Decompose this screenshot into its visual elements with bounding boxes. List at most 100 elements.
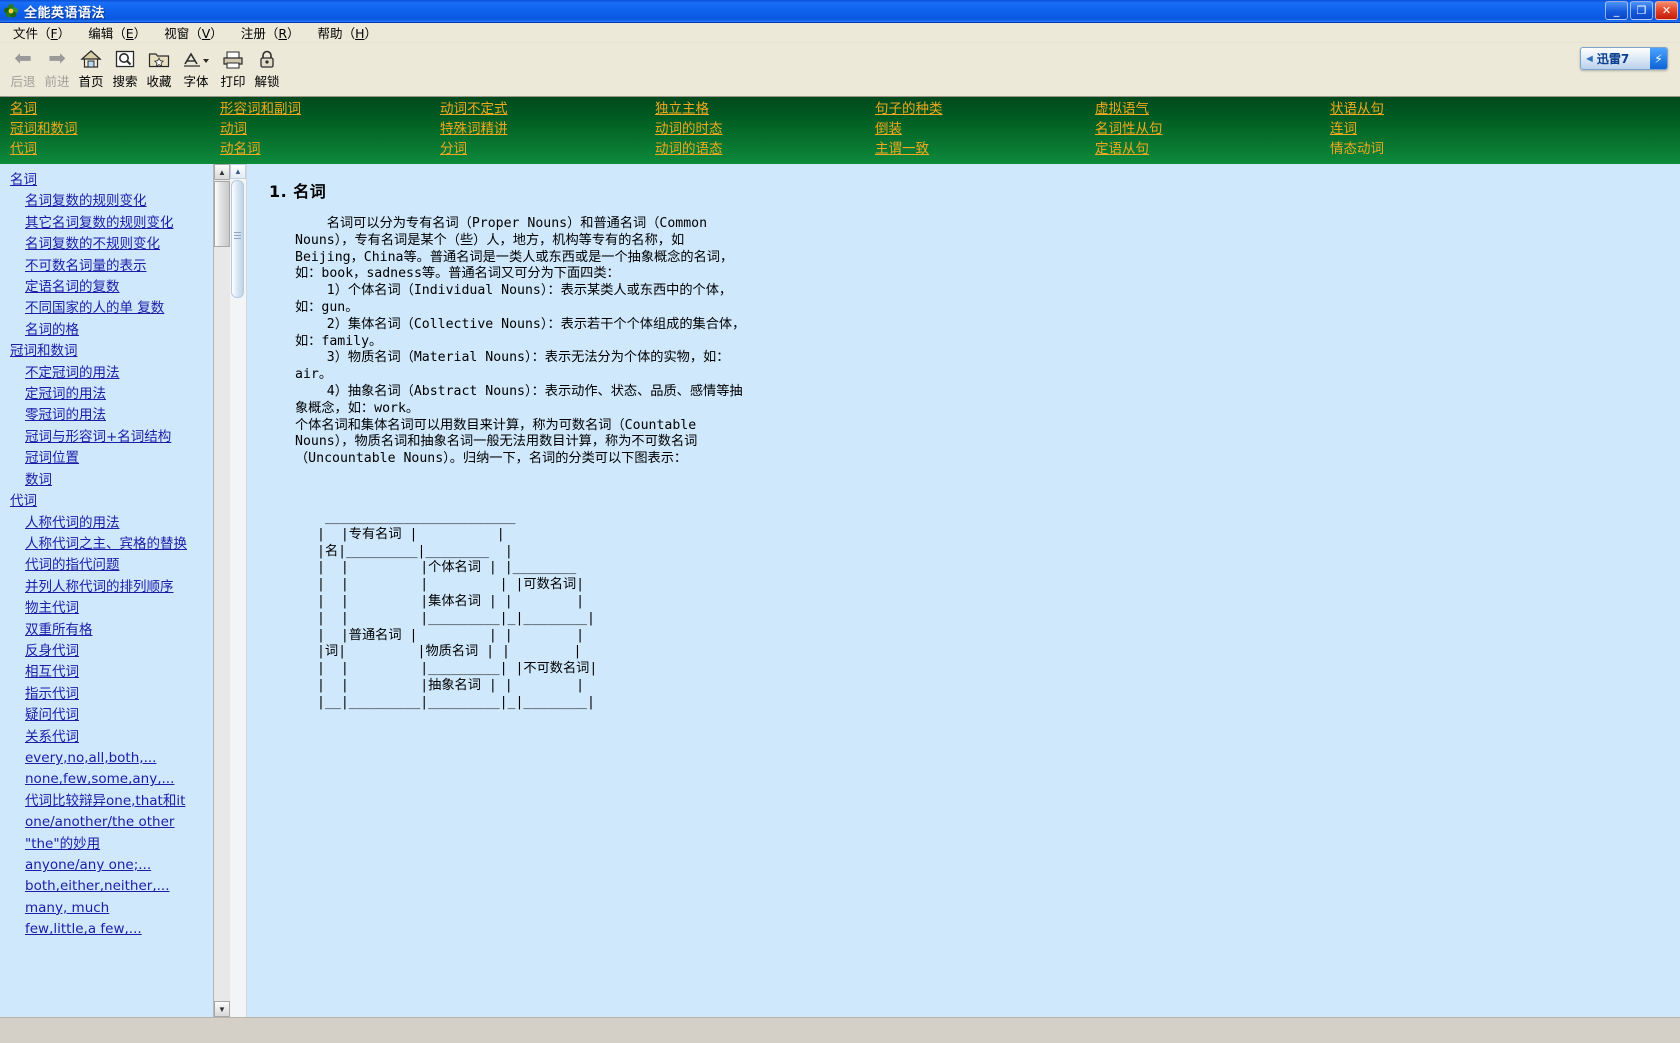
- nav-link-gerunds[interactable]: 动名词: [220, 139, 301, 159]
- nav-link-conjunctions[interactable]: 连词: [1330, 119, 1384, 139]
- sidebar-scroll-up-button[interactable]: ▲: [214, 164, 230, 180]
- toc-link[interactable]: 相互代词: [0, 662, 230, 683]
- nav-link-special-words[interactable]: 特殊词精讲: [440, 119, 508, 139]
- nav-link-verb-tenses[interactable]: 动词的时态: [655, 119, 723, 139]
- menu-window[interactable]: 视窗（V）: [155, 22, 232, 44]
- content-pane: 1. 名词 名词可以分为专有名词（Proper Nouns）和普通名词（Comm…: [247, 164, 1680, 1017]
- toc-link[interactable]: 冠词和数词: [0, 341, 230, 362]
- toolbar-home-button[interactable]: 首页: [74, 43, 108, 90]
- toc-link[interactable]: 人称代词之主、宾格的替换: [0, 534, 230, 555]
- xunlei-bolt-icon: ⚡: [1650, 48, 1667, 69]
- menu-file[interactable]: 文件（F）: [4, 22, 79, 44]
- menu-edit-label: 编辑: [88, 25, 114, 41]
- toc-link[interactable]: 代词比较辩异one,that和it: [0, 791, 230, 812]
- nav-link-subjunctive[interactable]: 虚拟语气: [1095, 99, 1163, 119]
- content-scroll-thumb[interactable]: [231, 180, 244, 298]
- toolbar-back-button[interactable]: ⬅ 后退: [6, 43, 40, 90]
- nav-link-inversion[interactable]: 倒装: [875, 119, 943, 139]
- toc-link[interactable]: many, much: [0, 898, 230, 919]
- menu-help-accel: H: [355, 25, 365, 41]
- nav-link-infinitives[interactable]: 动词不定式: [440, 99, 508, 119]
- nav-link-adverbial-clauses[interactable]: 状语从句: [1330, 99, 1384, 119]
- xunlei-back-icon: ◄: [1584, 52, 1595, 65]
- toc-link[interactable]: 不同国家的人的单 复数: [0, 298, 230, 319]
- toc-link[interactable]: 人称代词的用法: [0, 513, 230, 534]
- toc-link[interactable]: 数词: [0, 470, 230, 491]
- toc-link[interactable]: 反身代词: [0, 641, 230, 662]
- nav-link-verbs[interactable]: 动词: [220, 119, 301, 139]
- menu-edit[interactable]: 编辑（E）: [79, 22, 155, 44]
- home-icon: [80, 46, 102, 72]
- toc-link[interactable]: 物主代词: [0, 598, 230, 619]
- toolbar-home-label: 首页: [78, 74, 104, 89]
- toolbar-unlock-button[interactable]: 解锁: [250, 43, 284, 90]
- toc-link[interactable]: 定冠词的用法: [0, 384, 230, 405]
- sidebar-scrollbar[interactable]: ▲ ▼: [213, 164, 230, 1017]
- toc-link[interactable]: 零冠词的用法: [0, 405, 230, 426]
- maximize-button[interactable]: ❐: [1630, 1, 1653, 20]
- toolbar-search-button[interactable]: 搜索: [108, 43, 142, 90]
- nav-link-subject-verb-agreement[interactable]: 主谓一致: [875, 139, 943, 159]
- toc-link[interactable]: 代词的指代问题: [0, 555, 230, 576]
- xunlei-badge[interactable]: ◄ 迅雷7 ⚡: [1580, 47, 1668, 70]
- nav-link-verb-voice[interactable]: 动词的语态: [655, 139, 723, 159]
- toc-link[interactable]: few,little,a few,...: [0, 919, 230, 940]
- toc-link[interactable]: every,no,all,both,...: [0, 748, 230, 769]
- toc-link[interactable]: "the"的妙用: [0, 834, 230, 855]
- content-scrollbar[interactable]: ▲: [230, 164, 247, 1017]
- toc-link[interactable]: 名词: [0, 170, 230, 191]
- toc-list: 名词 名词复数的规则变化 其它名词复数的规则变化 名词复数的不规则变化 不可数名词量的表…: [0, 164, 230, 941]
- nav-link-participles[interactable]: 分词: [440, 139, 508, 159]
- nav-link-modal-verbs[interactable]: 情态动词: [1330, 139, 1384, 159]
- toc-link[interactable]: 定语名词的复数: [0, 277, 230, 298]
- toc-link[interactable]: one/another/the other: [0, 812, 230, 833]
- menu-register[interactable]: 注册（R）: [232, 22, 309, 44]
- menu-register-accel: R: [278, 25, 288, 41]
- toc-link[interactable]: 疑问代词: [0, 705, 230, 726]
- toc-link[interactable]: anyone/any one;...: [0, 855, 230, 876]
- toolbar-favorites-button[interactable]: 收藏: [142, 43, 176, 90]
- nav-link-pronouns[interactable]: 代词: [10, 139, 78, 159]
- toc-link[interactable]: 名词复数的规则变化: [0, 191, 230, 212]
- toc-link[interactable]: 冠词位置: [0, 448, 230, 469]
- nav-column-5: 句子的种类 倒装 主谓一致: [875, 99, 943, 159]
- nav-link-absolute-construction[interactable]: 独立主格: [655, 99, 723, 119]
- sidebar-scroll-down-button[interactable]: ▼: [214, 1001, 230, 1017]
- nav-link-nouns[interactable]: 名词: [10, 99, 78, 119]
- toc-link[interactable]: both,either,neither,...: [0, 876, 230, 897]
- nav-link-articles-numerals[interactable]: 冠词和数词: [10, 119, 78, 139]
- toc-link[interactable]: 冠词与形容词+名词结构: [0, 427, 230, 448]
- menu-edit-accel: E: [125, 25, 134, 41]
- toc-link[interactable]: 名词的格: [0, 320, 230, 341]
- toolbar-print-button[interactable]: 打印: [216, 43, 250, 90]
- toc-link[interactable]: 其它名词复数的规则变化: [0, 213, 230, 234]
- nav-column-3: 动词不定式 特殊词精讲 分词: [440, 99, 508, 159]
- nav-link-adjectives-adverbs[interactable]: 形容词和副词: [220, 99, 301, 119]
- toc-link[interactable]: 关系代词: [0, 727, 230, 748]
- toolbar-font-button[interactable]: 字体: [176, 43, 216, 90]
- toc-link[interactable]: 双重所有格: [0, 620, 230, 641]
- content-scroll-up-button[interactable]: ▲: [230, 164, 246, 179]
- nav-link-noun-clauses[interactable]: 名词性从句: [1095, 119, 1163, 139]
- toc-link[interactable]: none,few,some,any,...: [0, 769, 230, 790]
- toc-link[interactable]: 代词: [0, 491, 230, 512]
- sidebar-scroll-thumb[interactable]: [214, 181, 230, 247]
- main-split: 名词 名词复数的规则变化 其它名词复数的规则变化 名词复数的不规则变化 不可数名词量的表…: [0, 164, 1680, 1017]
- app-flower-icon: [3, 3, 19, 19]
- toc-link[interactable]: 指示代词: [0, 684, 230, 705]
- toolbar-font-label: 字体: [183, 74, 209, 89]
- nav-link-sentence-types[interactable]: 句子的种类: [875, 99, 943, 119]
- toc-link[interactable]: 不可数名词量的表示: [0, 256, 230, 277]
- minimize-button[interactable]: _: [1605, 1, 1628, 20]
- toc-link[interactable]: 名词复数的不规则变化: [0, 234, 230, 255]
- close-button[interactable]: ✕: [1655, 1, 1678, 20]
- toolbar-search-label: 搜索: [112, 74, 138, 89]
- menu-file-accel: F: [50, 25, 58, 41]
- nav-column-1: 名词 冠词和数词 代词: [10, 99, 78, 159]
- toc-link[interactable]: 不定冠词的用法: [0, 363, 230, 384]
- menu-help[interactable]: 帮助（H）: [309, 22, 386, 44]
- toolbar-forward-button[interactable]: ➡ 前进: [40, 43, 74, 90]
- toolbar-back-label: 后退: [10, 74, 36, 89]
- nav-link-attributive-clauses[interactable]: 定语从句: [1095, 139, 1163, 159]
- toc-link[interactable]: 并列人称代词的排列顺序: [0, 577, 230, 598]
